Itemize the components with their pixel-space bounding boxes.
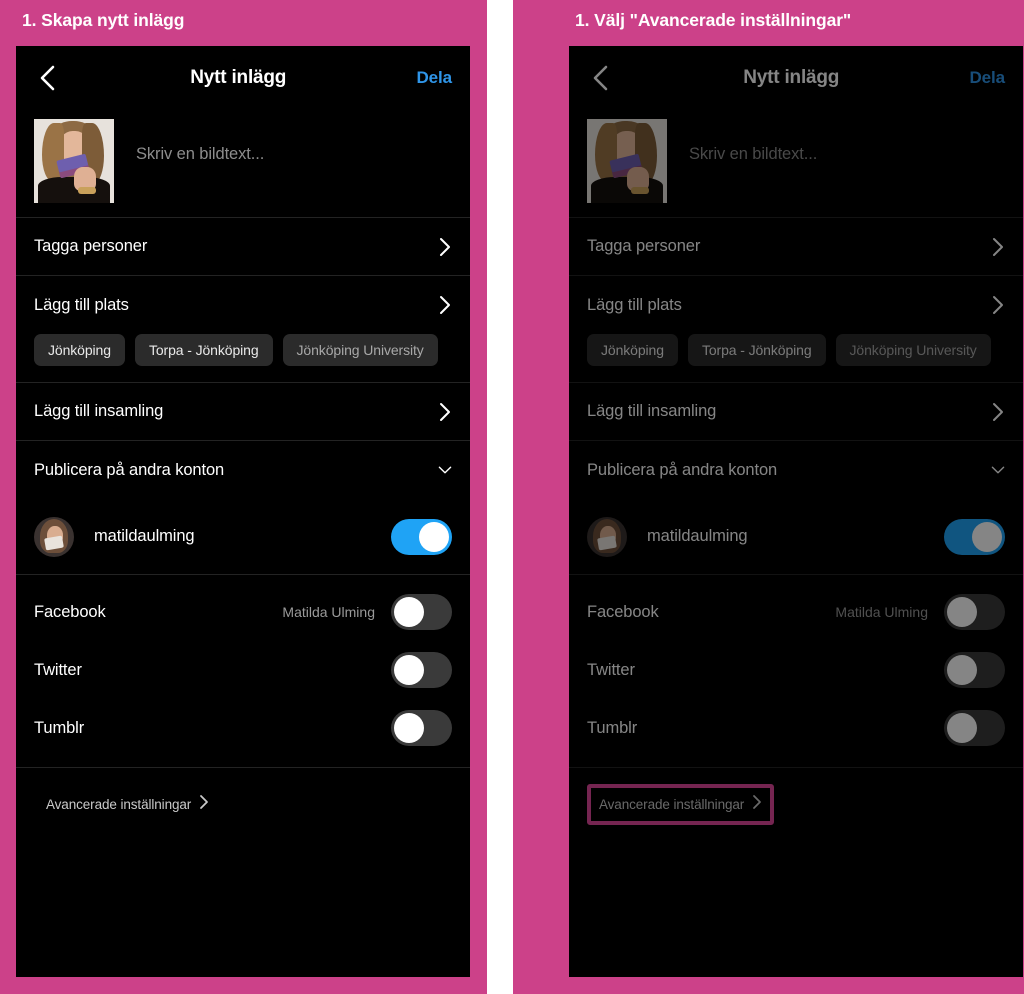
row-post-other-accounts-label: Publicera på andra konton [587,460,778,479]
chevron-right-icon [991,294,1005,316]
social-name: Tumblr [34,718,85,737]
row-tag-people[interactable]: Tagga personer [569,218,1023,276]
panel-heading: 1. Välj "Avancerade inställningar" [575,10,852,30]
location-chip[interactable]: Jönköping University [835,334,991,366]
location-chip[interactable]: Torpa - Jönköping [687,334,826,366]
bottom-spacer [569,841,1023,977]
row-post-other-accounts-label: Publicera på andra konton [34,460,225,479]
row-post-other-accounts[interactable]: Publicera på andra konton [569,441,1023,499]
account-row[interactable]: matildaulming [569,499,1023,575]
phone-screen-2: Nytt inlägg Dela Skriv en bildtext... Ta… [569,46,1023,977]
facebook-toggle[interactable] [391,594,452,630]
social-row-tumblr[interactable]: Tumblr [569,699,1023,757]
chevron-right-icon [991,236,1005,258]
caption-row[interactable]: Skriv en bildtext... [569,110,1023,218]
location-chip[interactable]: Jönköping University [282,334,438,366]
social-accounts-block: Facebook Matilda Ulming Twitter Tumblr [16,575,470,768]
advanced-settings-wrap: Avancerade inställningar [569,768,1023,841]
panel-heading: 1. Skapa nytt inlägg [22,10,185,30]
caption-row[interactable]: Skriv en bildtext... [16,110,470,218]
chevron-right-icon [991,401,1005,423]
chevron-down-icon [438,459,452,481]
account-row[interactable]: matildaulming [16,499,470,575]
row-add-fundraiser[interactable]: Lägg till insamling [569,383,1023,441]
chevron-right-icon [199,794,209,815]
comparison-board: 1. Skapa nytt inlägg Nytt inlägg Dela Sk… [0,0,1024,994]
social-linked-name: Matilda Ulming [282,604,375,620]
navbar: Nytt inlägg Dela [569,46,1023,110]
social-name: Facebook [34,602,106,621]
facebook-toggle[interactable] [944,594,1005,630]
account-toggle[interactable] [944,518,1005,555]
chevron-right-icon [438,401,452,423]
social-linked-name: Matilda Ulming [835,604,928,620]
account-toggle[interactable] [391,518,452,555]
location-block: Lägg till plats Jönköping Torpa - Jönköp… [16,276,470,383]
chevron-down-icon [991,459,1005,481]
advanced-settings-label: Avancerade inställningar [46,797,192,812]
row-add-location-label: Lägg till plats [34,295,129,314]
row-add-fundraiser-label: Lägg till insamling [587,402,717,420]
social-name: Twitter [587,660,635,679]
chevron-right-icon [752,794,762,815]
page-title: Nytt inlägg [743,67,840,88]
social-row-tumblr[interactable]: Tumblr [16,699,470,757]
caption-input[interactable]: Skriv en bildtext... [689,145,817,164]
social-row-twitter[interactable]: Twitter [569,641,1023,699]
location-chip[interactable]: Jönköping [587,334,678,366]
location-chip[interactable]: Jönköping [34,334,125,366]
chevron-right-icon [438,236,452,258]
bottom-spacer [16,841,470,977]
caption-input[interactable]: Skriv en bildtext... [136,145,264,164]
phone-screen-1: Nytt inlägg Dela Skriv en bildtext... Ta… [16,46,470,977]
row-tag-people[interactable]: Tagga personer [16,218,470,276]
row-post-other-accounts[interactable]: Publicera på andra konton [16,441,470,499]
panel-step-1: 1. Skapa nytt inlägg Nytt inlägg Dela Sk… [0,0,487,994]
social-row-facebook[interactable]: Facebook Matilda Ulming [569,583,1023,641]
social-row-facebook[interactable]: Facebook Matilda Ulming [16,583,470,641]
twitter-toggle[interactable] [944,652,1005,688]
post-thumbnail[interactable] [587,119,667,203]
account-username: matildaulming [647,527,748,545]
social-row-twitter[interactable]: Twitter [16,641,470,699]
advanced-settings-button[interactable]: Avancerade inställningar [587,784,775,825]
location-chip-list: Jönköping Torpa - Jönköping Jönköping Un… [569,334,1023,382]
share-button[interactable]: Dela [416,68,452,88]
navbar: Nytt inlägg Dela [16,46,470,110]
page-title: Nytt inlägg [190,67,287,88]
panel-step-2: 1. Välj "Avancerade inställningar" Nytt … [513,0,1024,994]
row-tag-people-label: Tagga personer [34,237,148,255]
chevron-right-icon [438,294,452,316]
location-block: Lägg till plats Jönköping Torpa - Jönköp… [569,276,1023,383]
row-add-fundraiser-label: Lägg till insamling [34,402,164,420]
row-tag-people-label: Tagga personer [587,237,701,255]
social-name: Twitter [34,660,82,679]
tumblr-toggle[interactable] [391,710,452,746]
row-add-location-label: Lägg till plats [587,295,682,314]
advanced-settings-button[interactable]: Avancerade inställningar [34,784,221,825]
social-name: Tumblr [587,718,638,737]
share-button[interactable]: Dela [969,68,1005,88]
post-thumbnail[interactable] [34,119,114,203]
location-chip-list: Jönköping Torpa - Jönköping Jönköping Un… [16,334,470,382]
advanced-settings-wrap: Avancerade inställningar [16,768,470,841]
avatar [587,516,627,557]
social-accounts-block: Facebook Matilda Ulming Twitter Tumblr [569,575,1023,768]
row-add-fundraiser[interactable]: Lägg till insamling [16,383,470,441]
account-username: matildaulming [94,527,195,545]
twitter-toggle[interactable] [391,652,452,688]
row-add-location[interactable]: Lägg till plats [569,276,1023,334]
avatar [34,516,74,557]
chevron-left-icon[interactable] [34,65,60,91]
location-chip[interactable]: Torpa - Jönköping [134,334,273,366]
social-name: Facebook [587,602,659,621]
chevron-left-icon[interactable] [587,65,613,91]
advanced-settings-label: Avancerade inställningar [599,797,745,812]
row-add-location[interactable]: Lägg till plats [16,276,470,334]
tumblr-toggle[interactable] [944,710,1005,746]
